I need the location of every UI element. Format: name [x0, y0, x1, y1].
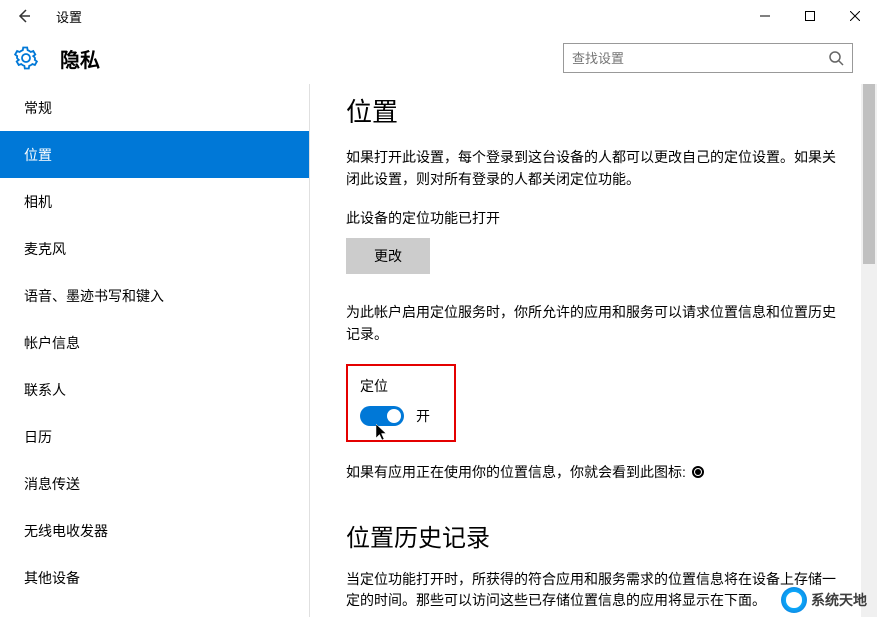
search-input[interactable] — [572, 51, 828, 66]
scrollbar-track[interactable] — [861, 84, 877, 617]
cursor-icon — [376, 424, 390, 442]
minimize-button[interactable] — [742, 0, 787, 32]
sidebar-item-label: 联系人 — [24, 380, 66, 400]
section-heading-location: 位置 — [346, 92, 841, 129]
sidebar-item-other-devices[interactable]: 其他设备 — [0, 554, 309, 601]
watermark-logo-icon — [781, 587, 807, 613]
maximize-icon — [805, 11, 815, 21]
sidebar-item-contacts[interactable]: 联系人 — [0, 366, 309, 413]
sidebar-item-label: 日历 — [24, 427, 52, 447]
back-arrow-icon — [16, 8, 32, 24]
content-pane: 位置 如果打开此设置，每个登录到这台设备的人都可以更改自己的定位设置。如果关闭此… — [310, 84, 877, 617]
page-title: 隐私 — [60, 44, 100, 73]
title-bar: 设置 — [0, 0, 877, 32]
change-button[interactable]: 更改 — [346, 238, 430, 274]
sidebar-item-location[interactable]: 位置 — [0, 131, 309, 178]
toggle-row: 开 — [360, 406, 430, 426]
device-status-text: 此设备的定位功能已打开 — [346, 208, 841, 228]
window-title: 设置 — [56, 7, 82, 26]
sidebar-item-radios[interactable]: 无线电收发器 — [0, 507, 309, 554]
account-desc-text: 为此帐户启用定位服务时，你所允许的应用和服务可以请求位置信息和位置历史记录。 — [346, 302, 841, 345]
watermark-text: 系统天地 — [811, 590, 867, 610]
section-heading-history: 位置历史记录 — [346, 518, 841, 553]
history-desc-text: 当定位功能打开时，所获得的符合应用和服务需求的位置信息将在设备上存储一定的时间。… — [346, 569, 841, 612]
sidebar-item-label: 常规 — [24, 98, 52, 118]
toggle-knob — [387, 409, 401, 423]
indicator-line: 如果有应用正在使用你的位置信息，你就会看到此图标: — [346, 462, 841, 482]
sidebar: 常规 位置 相机 麦克风 语音、墨迹书写和键入 帐户信息 联系人 日历 消息传送… — [0, 84, 310, 617]
sidebar-item-label: 消息传送 — [24, 474, 80, 494]
sidebar-item-camera[interactable]: 相机 — [0, 178, 309, 225]
close-button[interactable] — [832, 0, 877, 32]
sidebar-item-label: 无线电收发器 — [24, 521, 108, 541]
sidebar-item-label: 麦克风 — [24, 239, 66, 259]
sidebar-item-microphone[interactable]: 麦克风 — [0, 225, 309, 272]
sidebar-item-label: 其他设备 — [24, 568, 80, 588]
maximize-button[interactable] — [787, 0, 832, 32]
indicator-text: 如果有应用正在使用你的位置信息，你就会看到此图标: — [346, 462, 686, 482]
back-button[interactable] — [8, 0, 40, 32]
gear-icon[interactable] — [14, 46, 38, 70]
sidebar-item-label: 语音、墨迹书写和键入 — [24, 286, 164, 306]
scrollbar-thumb[interactable] — [863, 84, 875, 264]
window-controls — [742, 0, 877, 32]
location-indicator-icon — [692, 466, 704, 478]
body-area: 常规 位置 相机 麦克风 语音、墨迹书写和键入 帐户信息 联系人 日历 消息传送… — [0, 84, 877, 617]
toggle-title: 定位 — [360, 376, 430, 396]
intro-text: 如果打开此设置，每个登录到这台设备的人都可以更改自己的定位设置。如果关闭此设置，… — [346, 147, 841, 190]
sidebar-item-label: 相机 — [24, 192, 52, 212]
minimize-icon — [760, 11, 770, 21]
sidebar-item-calendar[interactable]: 日历 — [0, 413, 309, 460]
sidebar-item-label: 帐户信息 — [24, 333, 80, 353]
toggle-state-text: 开 — [416, 406, 430, 426]
sidebar-item-messaging[interactable]: 消息传送 — [0, 460, 309, 507]
sidebar-item-account-info[interactable]: 帐户信息 — [0, 319, 309, 366]
close-icon — [850, 11, 860, 21]
search-box[interactable] — [563, 43, 853, 73]
watermark: 系统天地 — [781, 587, 867, 613]
search-icon — [828, 50, 844, 66]
header-row: 隐私 — [0, 32, 877, 84]
location-toggle[interactable] — [360, 406, 404, 426]
sidebar-item-general[interactable]: 常规 — [0, 84, 309, 131]
sidebar-item-speech-ink[interactable]: 语音、墨迹书写和键入 — [0, 272, 309, 319]
sidebar-item-label: 位置 — [24, 145, 52, 165]
highlight-box: 定位 开 — [346, 364, 456, 442]
